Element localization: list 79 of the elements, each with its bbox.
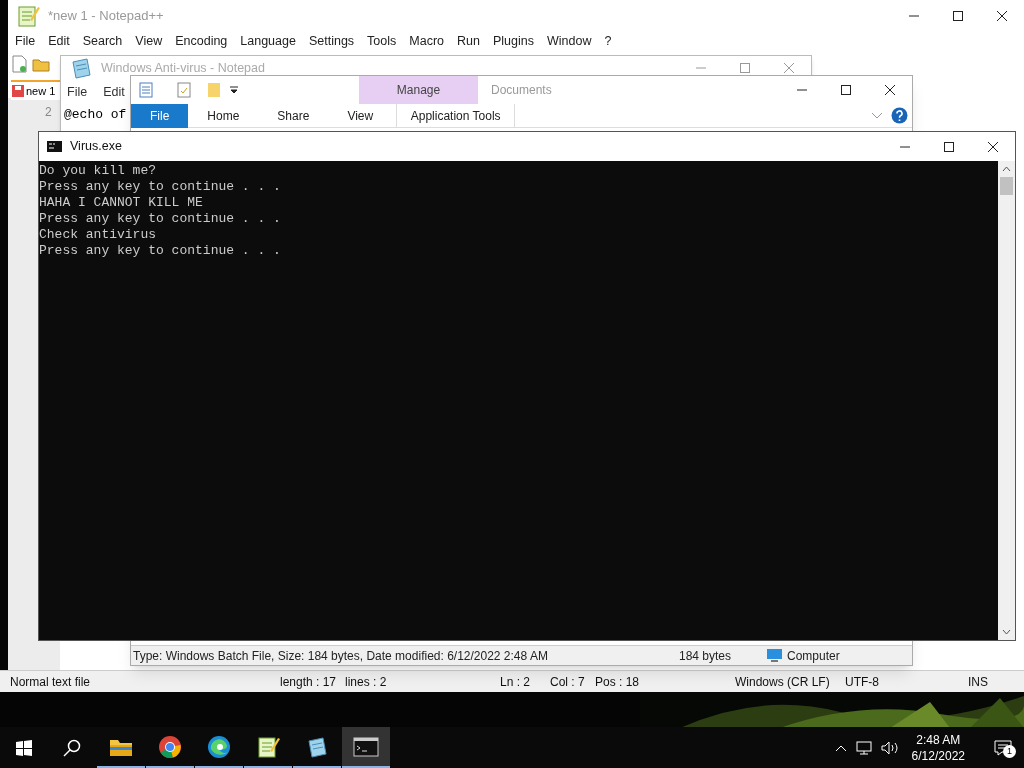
clock-date[interactable]: 6/12/2022 [911,747,965,764]
help-icon[interactable] [891,107,908,124]
ribbon-tab[interactable]: Share [258,103,329,128]
menu-item[interactable]: Macro [409,31,445,51]
menu-item[interactable]: Tools [367,31,397,51]
ribbon-tab[interactable]: File [131,103,189,128]
ribbon-tab[interactable]: View [328,103,393,128]
edge-icon [207,734,231,759]
maximize-icon[interactable] [952,10,964,22]
notification-icon[interactable] [994,739,1012,756]
status-text: 184 bytes [679,647,733,665]
network-icon[interactable] [855,740,872,755]
search-icon[interactable] [63,738,81,757]
status-text: UTF-8 [845,673,880,691]
chevron-down-icon[interactable] [871,111,883,120]
document-tab[interactable]: new 1 [11,80,60,100]
dropdown-icon[interactable] [229,85,239,95]
status-text: Pos : 18 [595,673,641,691]
status-text: Col : 7 [550,673,586,691]
line-number: 2 [44,105,52,122]
console-icon [353,736,379,757]
maximize-icon[interactable] [840,84,852,96]
clock-time[interactable]: 2:48 AM [916,731,961,748]
status-text: length : 17 [280,673,338,691]
taskbar-app[interactable] [342,727,390,768]
notification-badge: 1 [1003,744,1016,758]
notepad-icon [69,56,93,80]
menu-item[interactable]: Search [82,31,123,51]
save-icon [12,85,24,97]
ribbon-tab[interactable]: Home [188,103,259,128]
status-text: Windows (CR LF) [735,673,831,691]
checkmark-page-icon[interactable] [177,82,191,98]
console-line: Check antivirus [39,227,158,243]
console-icon [47,141,62,152]
menu-item[interactable]: Settings [308,31,355,51]
window-title: Documents [491,82,552,99]
ribbon-tab[interactable]: Application Tools [396,103,516,128]
close-icon[interactable] [884,84,896,96]
volume-icon[interactable] [880,740,899,755]
status-text: Ln : 2 [500,673,532,691]
status-text: Computer [787,647,840,665]
menu-item[interactable]: Run [457,31,480,51]
status-text: Normal text file [10,673,92,691]
tab-group-label: Manage [396,82,441,99]
console-line: HAHA I CANNOT KILL ME [39,195,204,211]
window-title: Windows Anti-virus - Notepad [101,59,265,77]
close-icon[interactable] [987,140,999,153]
notepad-plus-icon [256,734,280,759]
console-line: Press any key to continue . . . [39,211,282,227]
scroll-thumb[interactable] [1000,177,1013,195]
console-line: Do you kill me? [39,163,158,179]
menu-item[interactable]: File [15,31,36,51]
notepad-plus-icon [16,4,40,28]
maximize-icon[interactable] [943,140,955,153]
scrollbar[interactable] [998,161,1015,640]
menu-item[interactable]: File [67,82,88,102]
menu-item[interactable]: Edit [103,82,125,102]
chevron-up-icon[interactable] [834,743,847,752]
window-title: *new 1 - Notepad++ [48,7,164,26]
window-title: Virus.exe [70,138,122,156]
status-text: INS [968,673,988,691]
new-file-icon[interactable] [10,55,28,73]
menu-item[interactable]: View [135,31,163,51]
menu-item[interactable]: Edit [48,31,70,51]
menu-item[interactable]: ? [604,31,612,51]
status-text: Type: Windows Batch File, Size: 184 bytes, Date modified: 6/12/2022 2:48 AM [132,647,549,665]
close-icon[interactable] [996,10,1008,22]
console-line: Press any key to continue . . . [39,243,282,259]
status-text: lines : 2 [345,673,388,691]
start-icon[interactable] [16,739,32,756]
chrome-icon [158,734,182,759]
computer-icon [766,648,783,663]
menu-item[interactable]: Language [240,31,296,51]
menu-item[interactable]: Encoding [175,31,228,51]
notepad-icon [305,734,329,759]
editor-text: @echo of [64,107,127,122]
menu-item[interactable]: Window [546,31,592,51]
menu-item[interactable]: Plugins [492,31,534,51]
console-line: Press any key to continue . . . [39,179,282,195]
